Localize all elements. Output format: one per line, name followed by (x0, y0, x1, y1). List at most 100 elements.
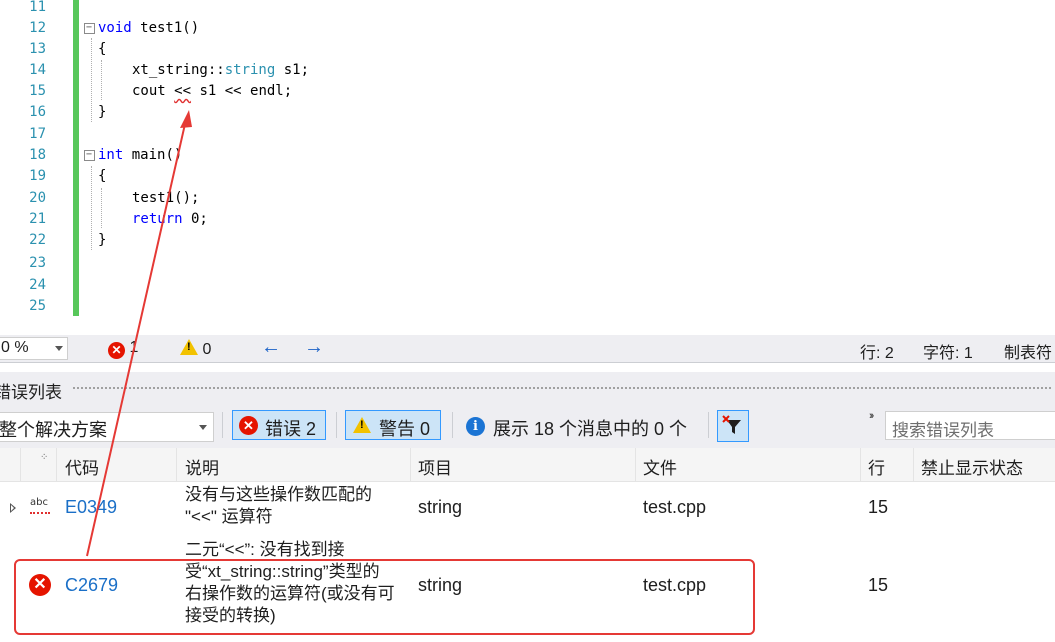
error-icon: ✕ (29, 574, 51, 596)
line-number: 15 (29, 83, 46, 99)
error-squiggle[interactable]: << (174, 83, 191, 99)
error-icon: ✕ (108, 342, 125, 359)
line-position[interactable]: 行: 2 (860, 339, 894, 363)
toolbar-separator (222, 412, 223, 438)
table-row[interactable]: ✕ C2679 二元“<<”: 没有找到接 受“xt_string::strin… (0, 538, 1055, 632)
code-line[interactable]: 22 } (0, 230, 1055, 251)
code-text: test1(); (132, 190, 200, 206)
line-number: 24 (29, 277, 46, 293)
file-cell: test.cpp (643, 575, 707, 595)
line-number: 23 (29, 255, 46, 271)
char-position[interactable]: 字符: 1 (923, 339, 973, 363)
code-line[interactable]: 14 xt_string::string s1; (0, 60, 1055, 81)
expand-icon[interactable] (10, 503, 16, 513)
code-line[interactable]: 25 (0, 296, 1055, 317)
code-text: int main() (98, 147, 183, 163)
column-divider[interactable] (20, 448, 21, 481)
line-cell: 15 (868, 497, 889, 517)
code-text: } (98, 104, 107, 120)
warnings-filter-button[interactable]: 警告 0 (345, 410, 441, 440)
header-project[interactable]: 项目 (418, 454, 452, 479)
header-description[interactable]: 说明 (185, 454, 219, 479)
drag-grip[interactable] (72, 386, 1052, 391)
filter-icon (722, 415, 741, 434)
overflow-chevron-icon[interactable]: ›› (869, 410, 875, 422)
table-header: ⁘ 代码 说明 项目 文件 行 禁止显示状态 (0, 448, 1055, 482)
chevron-down-icon (199, 425, 207, 430)
error-list-toolbar: 整个解决方案 ✕ 错误 2 警告 0 i 展示 18 个消息中的 0 个 ›› … (0, 402, 1055, 448)
tabs-indicator[interactable]: 制表符 (1004, 339, 1052, 363)
indent-guide (101, 188, 103, 228)
line-cell: 15 (868, 575, 889, 595)
editor-status-bar: 0 % ✕ 1 0 ← → 行: 2 字符: 1 制表符 (0, 335, 1055, 363)
code-line[interactable]: 21 return 0; (0, 209, 1055, 230)
column-divider[interactable] (860, 448, 861, 481)
messages-filter-label[interactable]: 展示 18 个消息中的 0 个 (493, 415, 687, 441)
header-file[interactable]: 文件 (643, 454, 677, 479)
description-line: 受“xt_string::string”类型的 (185, 562, 380, 581)
code-line[interactable]: 20 test1(); (0, 188, 1055, 209)
info-icon[interactable]: i (466, 417, 485, 436)
code-line[interactable]: 11 (0, 0, 1055, 18)
warning-count: 0 (202, 341, 212, 358)
line-number: 25 (29, 298, 46, 314)
description-line: 没有与这些操作数匹配的 (185, 485, 372, 504)
search-input[interactable]: 搜索错误列表 (885, 411, 1055, 440)
zoom-value: 0 % (1, 339, 29, 356)
code-line[interactable]: 15 cout << s1 << endl; (0, 81, 1055, 102)
error-list-table: ⁘ 代码 说明 项目 文件 行 禁止显示状态 abc E0349 没有与这些操作… (0, 448, 1055, 642)
build-intellisense-filter-button[interactable] (717, 410, 749, 442)
code-line[interactable]: 17 (0, 124, 1055, 145)
column-divider[interactable] (913, 448, 914, 481)
search-placeholder: 搜索错误列表 (892, 421, 994, 440)
collapse-icon[interactable] (84, 23, 95, 34)
brace-guide (91, 166, 93, 250)
line-number: 22 (29, 232, 46, 248)
warning-count-indicator[interactable]: 0 (180, 339, 211, 359)
code-line[interactable]: 24 (0, 275, 1055, 296)
description-line: 接受的转换) (185, 606, 276, 625)
error-code-link[interactable]: E0349 (65, 497, 117, 518)
column-divider[interactable] (410, 448, 411, 481)
arrow-left-icon[interactable]: ← (261, 336, 281, 359)
line-number: 19 (29, 168, 46, 184)
code-line[interactable]: 18 int main() (0, 145, 1055, 166)
header-suppression-state[interactable]: 禁止显示状态 (921, 454, 1023, 479)
column-divider[interactable] (176, 448, 177, 481)
code-line[interactable]: 19 { (0, 166, 1055, 187)
arrow-right-icon[interactable]: → (304, 336, 324, 359)
zoom-dropdown[interactable]: 0 % (0, 337, 68, 360)
warning-icon (353, 417, 371, 433)
error-count-indicator[interactable]: ✕ 1 (108, 339, 138, 359)
project-cell: string (418, 575, 463, 595)
toolbar-separator (336, 412, 337, 438)
line-number: 16 (29, 104, 46, 120)
line-number: 17 (29, 126, 46, 142)
code-line[interactable]: 23 (0, 253, 1055, 274)
code-line[interactable]: 16 } (0, 102, 1055, 123)
scope-value: 整个解决方案 (0, 420, 107, 440)
code-text: { (98, 168, 107, 184)
scope-dropdown[interactable]: 整个解决方案 (0, 412, 214, 442)
line-number: 20 (29, 190, 46, 206)
line-number: 12 (29, 20, 46, 36)
file-cell: test.cpp (643, 497, 707, 517)
error-code-link[interactable]: C2679 (65, 575, 118, 596)
code-text: { (98, 41, 107, 57)
header-line[interactable]: 行 (868, 454, 885, 479)
code-line[interactable]: 13 { (0, 39, 1055, 60)
header-code[interactable]: 代码 (65, 454, 99, 479)
code-text: cout << s1 << endl; (132, 83, 293, 99)
errors-filter-button[interactable]: ✕ 错误 2 (232, 410, 326, 440)
code-line[interactable]: 12 void test1() (0, 18, 1055, 39)
column-options-icon[interactable]: ⁘ (40, 452, 48, 463)
table-row[interactable]: abc E0349 没有与这些操作数匹配的 "<<" 运算符 string te… (0, 482, 1055, 538)
collapse-icon[interactable] (84, 150, 95, 161)
chevron-down-icon (55, 346, 63, 351)
column-divider[interactable] (635, 448, 636, 481)
code-editor[interactable]: 11 12 void test1() 13 { 14 xt_string::st… (0, 0, 1055, 335)
column-divider[interactable] (56, 448, 57, 481)
panel-title: 错误列表 (0, 383, 62, 402)
code-text: void test1() (98, 20, 200, 36)
error-list-titlebar[interactable]: 错误列表 (0, 372, 1055, 402)
